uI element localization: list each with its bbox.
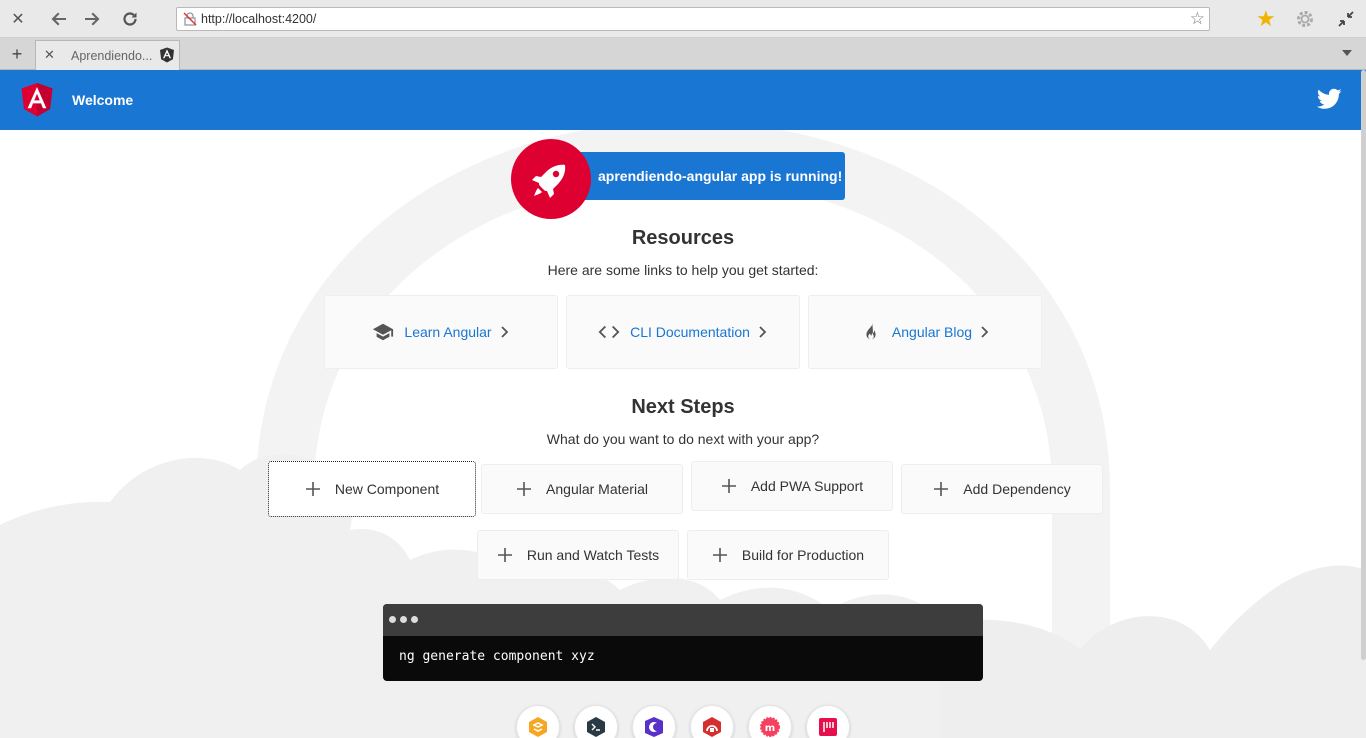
build-for-production-label: Build for Production bbox=[741, 547, 865, 563]
reload-icon[interactable] bbox=[120, 9, 140, 29]
chevron-right-icon bbox=[759, 326, 767, 338]
scrollbar[interactable] bbox=[1361, 70, 1366, 660]
add-pwa-support-label: Add PWA Support bbox=[750, 478, 864, 494]
code-icon bbox=[598, 325, 620, 339]
angular-material-button[interactable]: Angular Material bbox=[481, 464, 683, 514]
url-text: http://localhost:4200/ bbox=[201, 12, 317, 26]
cli-documentation-label: CLI Documentation bbox=[630, 324, 750, 340]
add-dependency-button[interactable]: Add Dependency bbox=[901, 464, 1103, 514]
terminal-icon bbox=[587, 717, 605, 737]
chevron-right-icon bbox=[981, 326, 989, 338]
tab-list-dropdown-icon[interactable] bbox=[1342, 50, 1352, 56]
angular-logo-icon bbox=[21, 83, 53, 117]
twitter-icon[interactable] bbox=[1317, 88, 1342, 110]
next-steps-subtext: What do you want to do next with your ap… bbox=[546, 431, 820, 447]
cli-documentation-card[interactable]: CLI Documentation bbox=[566, 295, 800, 369]
run-and-watch-tests-button[interactable]: Run and Watch Tests bbox=[477, 530, 679, 580]
learn-angular-label: Learn Angular bbox=[404, 324, 492, 340]
browser-toolbar: ✕ http://localhost:4200/ ☆ ★ bbox=[0, 0, 1366, 38]
terminal-command: ng generate component xyz bbox=[399, 649, 595, 664]
run-and-watch-tests-label: Run and Watch Tests bbox=[526, 547, 660, 563]
close-icon[interactable]: ✕ bbox=[8, 9, 28, 29]
plus-icon bbox=[721, 479, 736, 493]
new-component-button[interactable]: New Component bbox=[268, 461, 476, 517]
new-tab-icon[interactable]: + bbox=[6, 43, 28, 65]
terminal-dot bbox=[389, 616, 396, 623]
browser-tab[interactable]: ✕ Aprendiendo... bbox=[35, 40, 180, 70]
meetup-icon: m bbox=[760, 717, 780, 737]
terminal-dot bbox=[400, 616, 407, 623]
insecure-lock-icon bbox=[183, 12, 197, 26]
terminal-header bbox=[383, 604, 983, 636]
angular-blog-label: Angular Blog bbox=[891, 324, 973, 340]
bookmarks-star-icon[interactable]: ★ bbox=[1256, 8, 1276, 30]
crescent-shield-icon bbox=[645, 717, 663, 737]
svg-text:m: m bbox=[765, 723, 775, 734]
terminal-dot bbox=[411, 616, 418, 623]
plus-icon bbox=[712, 548, 727, 562]
gear-icon[interactable] bbox=[1294, 8, 1316, 30]
url-bar[interactable]: http://localhost:4200/ ☆ bbox=[176, 7, 1210, 31]
plus-icon bbox=[305, 482, 320, 496]
toolbar-title: Welcome bbox=[72, 92, 134, 108]
tab-bar: + ✕ Aprendiendo... bbox=[0, 38, 1366, 70]
add-pwa-support-button[interactable]: Add PWA Support bbox=[691, 461, 893, 511]
tab-title: Aprendiendo... bbox=[71, 49, 153, 63]
next-steps-heading: Next Steps bbox=[631, 396, 735, 418]
app-running-card: aprendiendo-angular app is running! bbox=[574, 152, 845, 200]
fire-icon bbox=[866, 321, 876, 340]
angular-blog-card[interactable]: Angular Blog bbox=[808, 295, 1042, 369]
new-component-label: New Component bbox=[334, 481, 440, 497]
plus-icon bbox=[934, 482, 949, 496]
forward-arrow-icon[interactable] bbox=[82, 9, 102, 29]
gitter-icon bbox=[819, 718, 837, 736]
back-arrow-icon[interactable] bbox=[49, 9, 69, 29]
plus-icon bbox=[517, 482, 532, 496]
learn-angular-card[interactable]: Learn Angular bbox=[324, 295, 558, 369]
app-toolbar: Welcome bbox=[0, 70, 1366, 130]
add-dependency-label: Add Dependency bbox=[963, 481, 1071, 497]
devtools-icon bbox=[703, 717, 721, 737]
resources-subtext: Here are some links to help you get star… bbox=[547, 262, 819, 278]
tab-close-icon[interactable]: ✕ bbox=[44, 47, 55, 63]
app-running-text: aprendiendo-angular app is running! bbox=[598, 168, 843, 184]
page-viewport: Welcome aprendiendo-angular app is runni… bbox=[0, 70, 1366, 738]
angular-material-label: Angular Material bbox=[546, 481, 648, 497]
angular-favicon-icon bbox=[160, 47, 174, 63]
build-for-production-button[interactable]: Build for Production bbox=[687, 530, 889, 580]
exit-fullscreen-icon[interactable] bbox=[1338, 11, 1354, 27]
school-icon bbox=[373, 323, 394, 341]
animations-icon bbox=[529, 717, 547, 737]
terminal: ng generate component xyz bbox=[383, 604, 983, 681]
plus-icon bbox=[497, 548, 512, 562]
resources-heading: Resources bbox=[631, 227, 735, 249]
chevron-right-icon bbox=[500, 326, 508, 338]
rocket-icon bbox=[511, 139, 591, 219]
bookmark-star-icon[interactable]: ☆ bbox=[1190, 9, 1205, 29]
